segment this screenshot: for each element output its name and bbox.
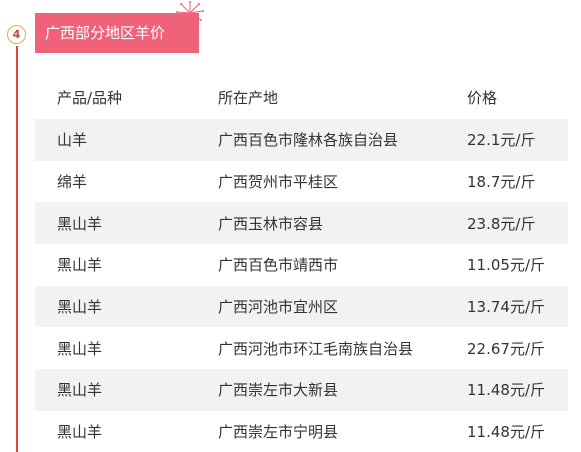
cell-price: 11.48元/斤 [467,381,545,400]
cell-product: 黑山羊 [57,256,103,275]
table-row: 山羊 广西百色市隆林各族自治县 22.1元/斤 [35,119,568,161]
cell-price: 11.05元/斤 [467,256,545,275]
step-number-badge: 4 [7,25,26,44]
header-origin: 所在产地 [218,88,279,107]
cell-price: 13.74元/斤 [467,298,545,317]
cell-product: 黑山羊 [57,214,103,233]
cell-price: 22.67元/斤 [467,339,545,358]
cell-product: 黑山羊 [57,381,103,400]
table-row: 黑山羊 广西崇左市大新县 11.48元/斤 [35,369,568,411]
page: 4 广西部分地区羊价 产品/品种 所在产地 价格 山羊 广西百色市隆林各族自治县… [0,0,581,452]
cell-price: 11.48元/斤 [467,423,545,442]
cell-origin: 广西河池市环江毛南族自治县 [218,339,414,358]
cell-product: 山羊 [57,131,88,150]
cell-origin: 广西玉林市容县 [218,214,324,233]
table-row: 黑山羊 广西河池市环江毛南族自治县 22.67元/斤 [35,327,568,369]
price-table: 产品/品种 所在产地 价格 山羊 广西百色市隆林各族自治县 22.1元/斤 绵羊… [35,75,568,452]
table-row: 绵羊 广西贺州市平桂区 18.7元/斤 [35,161,568,203]
cell-origin: 广西百色市隆林各族自治县 [218,131,399,150]
cell-origin: 广西崇左市宁明县 [218,423,339,442]
cell-price: 23.8元/斤 [467,214,536,233]
cell-product: 黑山羊 [57,339,103,358]
sparkle-icon [176,1,204,25]
cell-price: 18.7元/斤 [467,173,536,192]
cell-origin: 广西河池市宜州区 [218,298,339,317]
cell-price: 22.1元/斤 [467,131,536,150]
cell-origin: 广西百色市靖西市 [218,256,339,275]
table-row: 黑山羊 广西崇左市宁明县 11.48元/斤 [35,411,568,452]
table-row: 黑山羊 广西百色市靖西市 11.05元/斤 [35,244,568,286]
table-row: 黑山羊 广西河池市宜州区 13.74元/斤 [35,285,568,328]
timeline-line [16,46,18,452]
header-price: 价格 [467,88,498,107]
cell-product: 黑山羊 [57,423,103,442]
header-product: 产品/品种 [57,88,123,107]
cell-product: 绵羊 [57,173,88,192]
cell-origin: 广西贺州市平桂区 [218,173,339,192]
table-row: 黑山羊 广西玉林市容县 23.8元/斤 [35,202,568,245]
cell-origin: 广西崇左市大新县 [218,381,339,400]
cell-product: 黑山羊 [57,298,103,317]
table-header-row: 产品/品种 所在产地 价格 [35,75,568,119]
